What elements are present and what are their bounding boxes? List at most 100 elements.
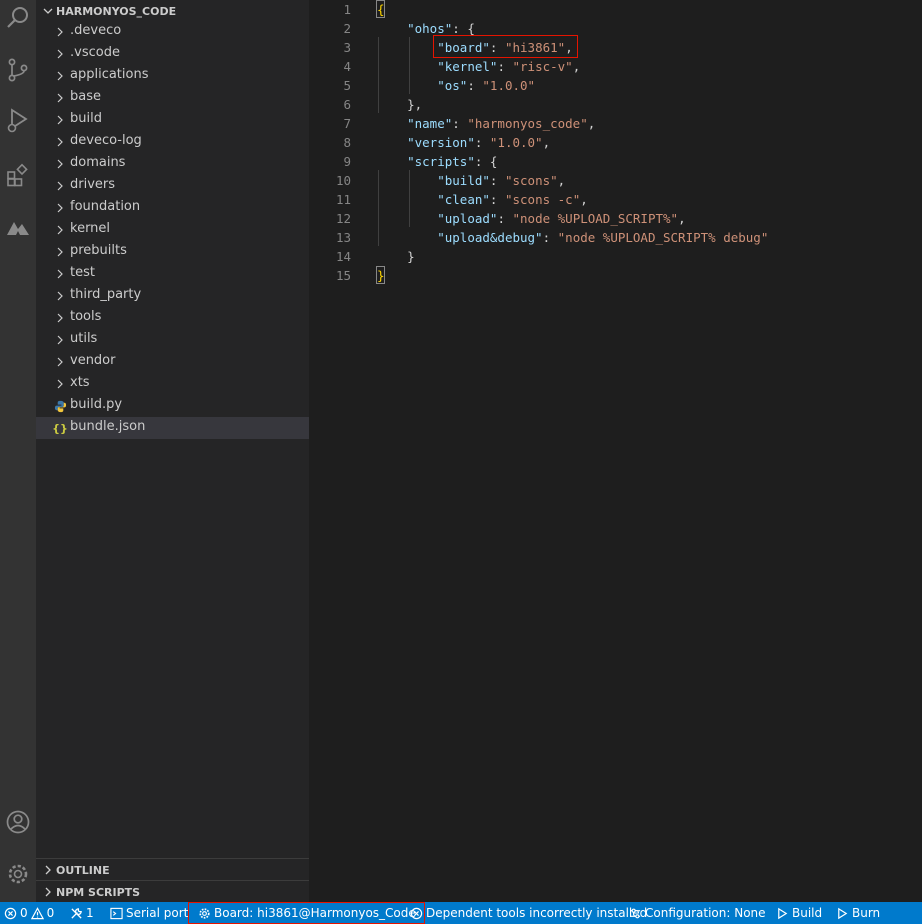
tree-folder-item[interactable]: applications — [36, 65, 309, 87]
tree-file-item[interactable]: {} bundle.json — [36, 417, 309, 439]
settings-sliders-icon — [630, 908, 641, 918]
tree-item-label: .vscode — [70, 45, 120, 60]
code-token: : — [542, 230, 558, 245]
account-icon[interactable] — [0, 804, 36, 840]
tree-folder-item[interactable]: kernel — [36, 219, 309, 241]
chevron-right-icon — [52, 288, 68, 304]
tree-item-label: deveco-log — [70, 133, 142, 148]
code-line[interactable]: "version": "1.0.0", — [377, 133, 550, 152]
indent-guide — [409, 170, 410, 227]
code-token: , — [678, 211, 686, 226]
tree-item-label: build.py — [70, 397, 123, 412]
line-number: 4 — [343, 59, 351, 74]
source-control-icon[interactable] — [0, 52, 36, 88]
chevron-down-icon — [40, 3, 56, 19]
tree-folder-item[interactable]: xts — [36, 373, 309, 395]
error-count: 0 — [20, 906, 28, 920]
tree-folder-item[interactable]: vendor — [36, 351, 309, 373]
tree-folder-item[interactable]: deveco-log — [36, 131, 309, 153]
run-debug-icon[interactable] — [0, 102, 36, 138]
build-label: Build — [792, 906, 823, 920]
code-token: "harmonyos_code" — [467, 116, 588, 131]
tree-folder-item[interactable]: .vscode — [36, 43, 309, 65]
serial-port-label: Serial port — [126, 906, 189, 920]
error-icon — [4, 907, 17, 919]
chevron-right-icon — [40, 884, 56, 900]
board-label: Board: hi3861@Harmonyos_Code — [214, 906, 416, 920]
code-token: "scons" — [504, 173, 558, 188]
code-token: "build" — [437, 173, 490, 188]
code-line[interactable]: } — [377, 247, 415, 266]
tree-folder-item[interactable]: drivers — [36, 175, 309, 197]
dependent-tools-status[interactable]: Dependent tools incorrectly installed — [410, 902, 647, 924]
code-editor[interactable]: 1 2 3 4 5 6 7 8 9 10 11 12 13 14 15 { "ohos": { "board… — [309, 0, 922, 902]
play-icon — [838, 907, 848, 919]
tree-folder-item[interactable]: .deveco — [36, 21, 309, 43]
build-button[interactable]: Build — [776, 902, 822, 924]
code-token: : — [467, 78, 483, 93]
tree-item-label: tools — [70, 309, 102, 324]
line-number: 6 — [343, 97, 351, 112]
tree-folder-item[interactable]: tools — [36, 307, 309, 329]
tree-file-item[interactable]: build.py — [36, 395, 309, 417]
search-icon[interactable] — [0, 0, 36, 36]
tree-folder-item[interactable]: utils — [36, 329, 309, 351]
chevron-right-icon — [52, 24, 68, 40]
code-line[interactable]: "name": "harmonyos_code", — [377, 114, 595, 133]
code-line[interactable]: "upload": "node %UPLOAD_SCRIPT%", — [377, 209, 686, 228]
outline-section-header[interactable]: OUTLINE — [36, 859, 309, 881]
tree-folder-item[interactable]: build — [36, 109, 309, 131]
code-line[interactable]: }, — [377, 95, 422, 114]
code-token: : { — [474, 154, 498, 169]
burn-button[interactable]: Burn — [836, 902, 880, 924]
code-line[interactable]: "kernel": "risc-v", — [377, 57, 580, 76]
board-highlight-box — [433, 35, 578, 58]
tree-folder-item[interactable]: foundation — [36, 197, 309, 219]
tree-folder-item[interactable]: test — [36, 263, 309, 285]
board-button[interactable]: Board: hi3861@Harmonyos_Code — [188, 902, 425, 924]
line-number: 5 — [343, 78, 351, 93]
tree-item-label: prebuilts — [70, 243, 127, 258]
warning-icon — [30, 906, 44, 919]
code-token: : — [497, 211, 513, 226]
tools-status[interactable]: 1 — [70, 902, 94, 924]
code-token: "upload&debug" — [437, 230, 543, 245]
configuration-button[interactable]: Configuration: None — [629, 902, 766, 924]
code-token: "node %UPLOAD_SCRIPT% debug" — [557, 230, 769, 245]
extensions-icon[interactable] — [0, 157, 36, 193]
deveco-cloud-icon[interactable] — [0, 210, 36, 246]
serial-port-button[interactable]: Serial port — [110, 902, 188, 924]
chevron-right-icon — [52, 310, 68, 326]
gear-icon[interactable] — [0, 856, 36, 892]
line-number: 14 — [335, 249, 351, 264]
code-line[interactable]: "scripts": { — [377, 152, 497, 171]
code-token: "kernel" — [437, 59, 498, 74]
code-token: "os" — [437, 78, 468, 93]
line-number: 12 — [335, 211, 351, 226]
code-line[interactable]: "build": "scons", — [377, 171, 565, 190]
chevron-right-icon — [52, 134, 68, 150]
chevron-right-icon — [52, 332, 68, 348]
tree-folder-item[interactable]: domains — [36, 153, 309, 175]
npm-scripts-section-header[interactable]: NPM SCRIPTS — [36, 881, 309, 903]
code-token: : { — [452, 21, 475, 36]
code-line[interactable]: "os": "1.0.0" — [377, 76, 535, 95]
code-token: "ohos" — [407, 21, 453, 36]
code-token: "scripts" — [407, 154, 475, 169]
problems-status[interactable]: 0 0 — [4, 902, 54, 924]
line-number: 3 — [343, 40, 351, 55]
code-line[interactable]: "upload&debug": "node %UPLOAD_SCRIPT% de… — [377, 228, 768, 247]
warning-count: 0 — [46, 906, 55, 920]
tools-count: 1 — [86, 906, 94, 920]
tree-folder-item[interactable]: base — [36, 87, 309, 109]
chevron-right-icon — [52, 266, 68, 282]
code-token: "scons -c" — [504, 192, 581, 207]
tree-folder-item[interactable]: third_party — [36, 285, 309, 307]
tree-folder-item[interactable]: prebuilts — [36, 241, 309, 263]
explorer-root-header[interactable]: HARMONYOS_CODE — [36, 0, 309, 22]
error-icon — [410, 907, 423, 919]
